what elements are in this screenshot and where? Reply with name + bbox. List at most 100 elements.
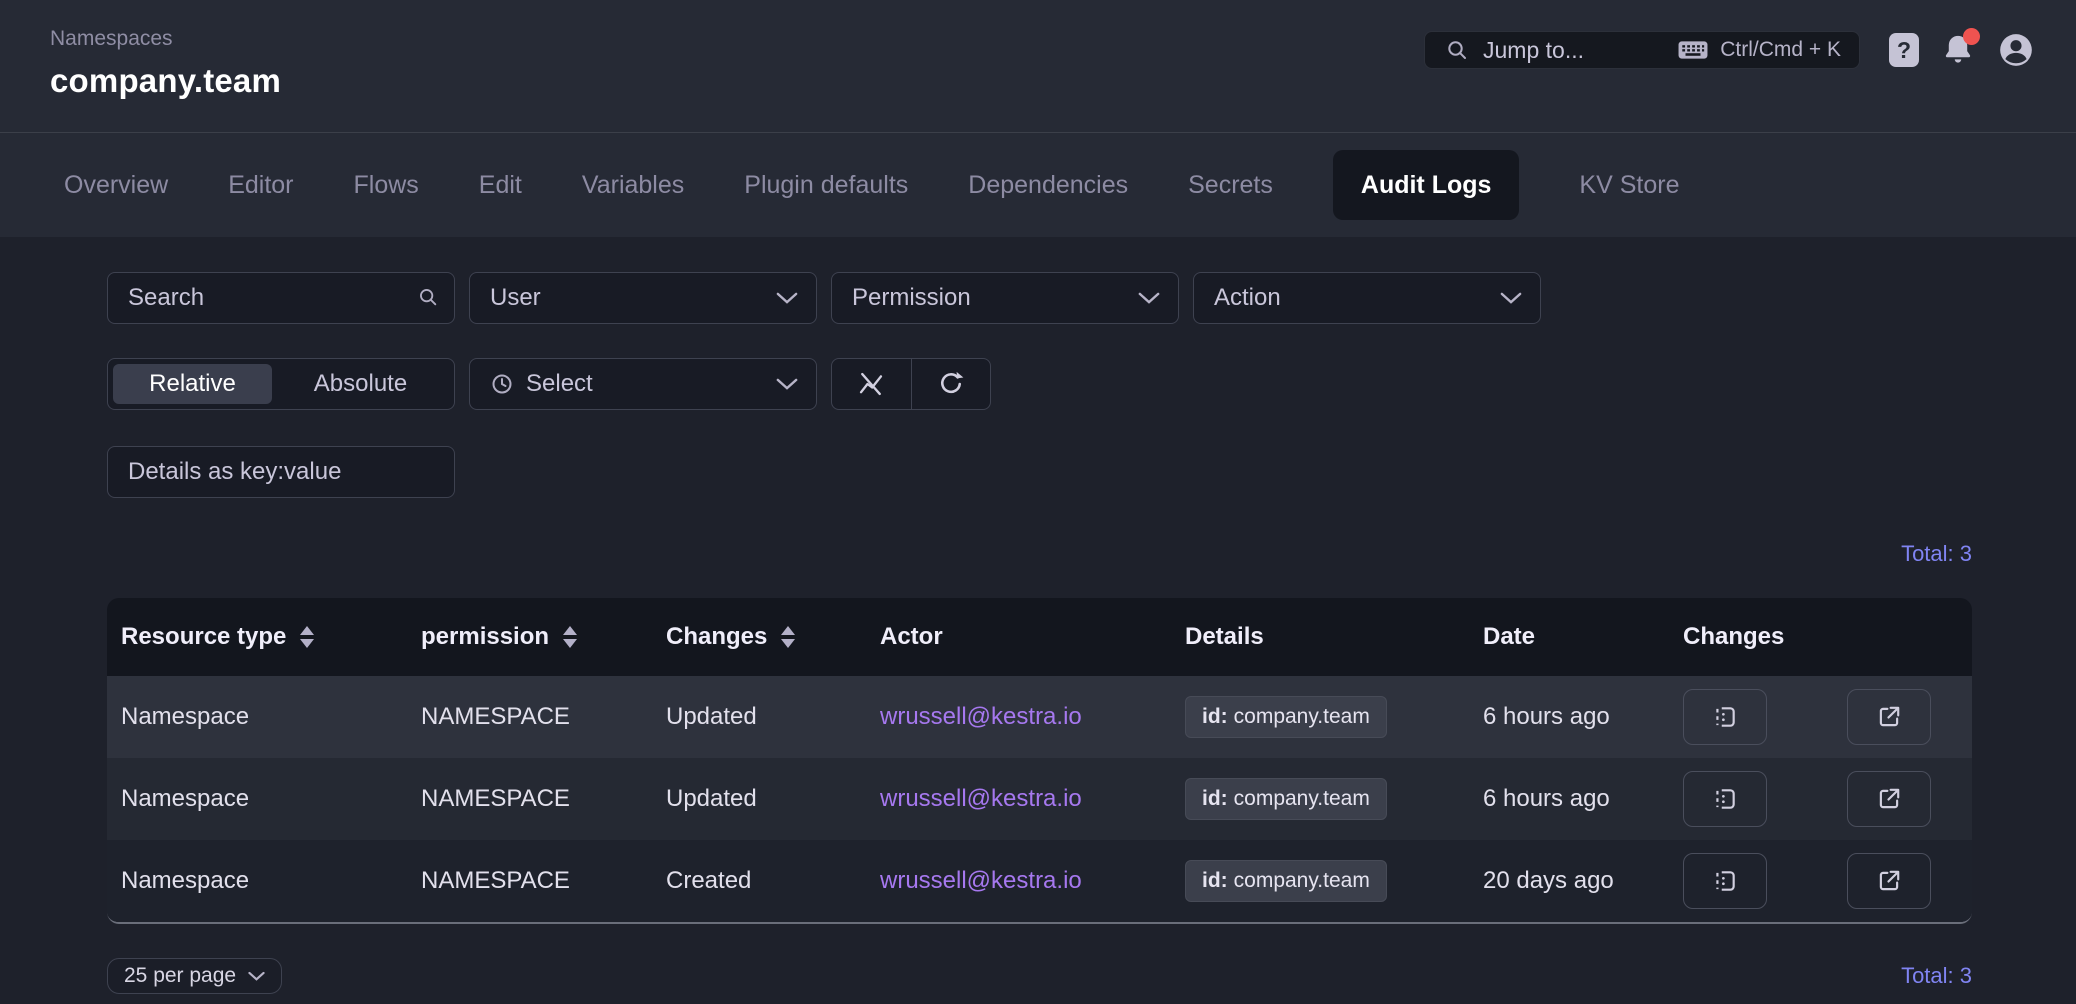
cell-date: 20 days ago: [1483, 867, 1683, 895]
column-header-resource-type: Resource type: [121, 623, 421, 651]
global-search-shortcut: Ctrl/Cmd + K: [1720, 38, 1841, 62]
tab-audit-logs[interactable]: Audit Logs: [1333, 150, 1520, 220]
table-row: Namespace NAMESPACE Updated wrussell@kes…: [107, 676, 1972, 758]
table-header-row: Resource type permission Changes Actor D…: [107, 598, 1972, 676]
details-chip: id:company.team: [1185, 860, 1387, 902]
time-range-select[interactable]: Select: [469, 358, 817, 410]
breadcrumb[interactable]: Namespaces: [50, 26, 281, 52]
cell-resource-type: Namespace: [121, 867, 421, 895]
actor-link[interactable]: wrussell@kestra.io: [880, 785, 1185, 813]
sort-icon[interactable]: [563, 626, 577, 648]
open-detail-button[interactable]: [1847, 689, 1931, 745]
refresh-button[interactable]: [911, 359, 991, 409]
cell-change: Created: [666, 867, 880, 895]
column-header-actor: Actor: [880, 623, 1185, 651]
user-filter-select[interactable]: User: [469, 272, 817, 324]
tab-secrets[interactable]: Secrets: [1188, 171, 1273, 200]
table-row: Namespace NAMESPACE Updated wrussell@kes…: [107, 758, 1972, 840]
changes-diff-icon: [1712, 704, 1738, 730]
global-search-placeholder: Jump to...: [1483, 37, 1678, 64]
row-actions: [1683, 853, 1972, 909]
title-block: Namespaces company.team: [50, 26, 281, 100]
time-mode-absolute[interactable]: Absolute: [272, 364, 449, 404]
per-page-select[interactable]: 25 per page: [107, 958, 282, 994]
toggle-charts-button[interactable]: [832, 359, 911, 409]
column-header-date: Date: [1483, 623, 1683, 651]
time-mode-toggle: Relative Absolute: [107, 358, 455, 410]
open-detail-button[interactable]: [1847, 853, 1931, 909]
view-changes-button[interactable]: [1683, 689, 1767, 745]
avatar-icon: [1997, 31, 2035, 69]
open-in-new-icon: [1876, 868, 1902, 894]
search-icon: [1445, 38, 1469, 62]
tab-kv-store[interactable]: KV Store: [1579, 171, 1679, 200]
chevron-down-icon: [776, 292, 798, 305]
chevron-down-icon: [1138, 292, 1160, 305]
user-menu-button[interactable]: [1997, 31, 2035, 69]
tab-flows[interactable]: Flows: [354, 171, 419, 200]
open-in-new-icon: [1876, 704, 1902, 730]
column-header-details: Details: [1185, 623, 1483, 651]
actor-link[interactable]: wrussell@kestra.io: [880, 867, 1185, 895]
column-header-actions: Changes: [1683, 623, 1972, 651]
chevron-down-icon: [248, 971, 265, 982]
permission-filter-select[interactable]: Permission: [831, 272, 1179, 324]
row-actions: [1683, 689, 1972, 745]
refresh-icon: [937, 370, 965, 398]
total-count-top: Total: 3: [0, 541, 1972, 567]
keyboard-icon: [1678, 40, 1708, 60]
cell-permission: NAMESPACE: [421, 785, 666, 813]
total-count-bottom: Total: 3: [1901, 963, 1972, 989]
view-changes-button[interactable]: [1683, 771, 1767, 827]
user-filter-label: User: [490, 284, 776, 312]
cell-date: 6 hours ago: [1483, 703, 1683, 731]
table-row: Namespace NAMESPACE Created wrussell@kes…: [107, 840, 1972, 922]
row-actions: [1683, 771, 1972, 827]
sort-icon[interactable]: [300, 626, 314, 648]
tab-dependencies[interactable]: Dependencies: [968, 171, 1128, 200]
sort-icon[interactable]: [781, 626, 795, 648]
tab-editor[interactable]: Editor: [228, 171, 293, 200]
chevron-down-icon: [1500, 292, 1522, 305]
help-icon: ?: [1897, 37, 1911, 64]
clock-icon: [490, 372, 514, 396]
view-changes-button[interactable]: [1683, 853, 1767, 909]
notifications-button[interactable]: [1941, 32, 1975, 68]
action-filter-select[interactable]: Action: [1193, 272, 1541, 324]
tab-edit[interactable]: Edit: [479, 171, 522, 200]
namespace-tabs: Overview Editor Flows Edit Variables Plu…: [0, 133, 2076, 237]
search-filter-input[interactable]: [107, 272, 455, 324]
tab-variables[interactable]: Variables: [582, 171, 684, 200]
help-button[interactable]: ?: [1889, 33, 1919, 67]
chevron-down-icon: [776, 378, 798, 391]
chart-off-icon: [857, 370, 885, 398]
toolbar-button-group: [831, 358, 991, 410]
column-header-permission: permission: [421, 623, 666, 651]
tab-overview[interactable]: Overview: [64, 171, 168, 200]
cell-permission: NAMESPACE: [421, 703, 666, 731]
changes-diff-icon: [1712, 786, 1738, 812]
action-filter-label: Action: [1214, 284, 1500, 312]
app-root: Namespaces company.team Jump to... Ctrl/…: [0, 0, 2076, 1004]
cell-permission: NAMESPACE: [421, 867, 666, 895]
search-icon: [417, 286, 439, 313]
open-in-new-icon: [1876, 786, 1902, 812]
tab-plugin-defaults[interactable]: Plugin defaults: [744, 171, 908, 200]
changes-diff-icon: [1712, 868, 1738, 894]
open-detail-button[interactable]: [1847, 771, 1931, 827]
cell-change: Updated: [666, 785, 880, 813]
cell-date: 6 hours ago: [1483, 785, 1683, 813]
cell-resource-type: Namespace: [121, 703, 421, 731]
page-title: company.team: [50, 62, 281, 100]
details-chip: id:company.team: [1185, 696, 1387, 738]
column-header-changes: Changes: [666, 623, 880, 651]
actor-link[interactable]: wrussell@kestra.io: [880, 703, 1185, 731]
global-search[interactable]: Jump to... Ctrl/Cmd + K: [1424, 31, 1860, 69]
table-footer: 25 per page Total: 3: [107, 958, 1972, 994]
permission-filter-label: Permission: [852, 284, 1138, 312]
top-header: Namespaces company.team Jump to... Ctrl/…: [0, 0, 2076, 133]
time-mode-relative[interactable]: Relative: [113, 364, 272, 404]
details-chip: id:company.team: [1185, 778, 1387, 820]
details-filter-input[interactable]: [107, 446, 455, 498]
audit-logs-table: Resource type permission Changes Actor D…: [107, 598, 1972, 924]
